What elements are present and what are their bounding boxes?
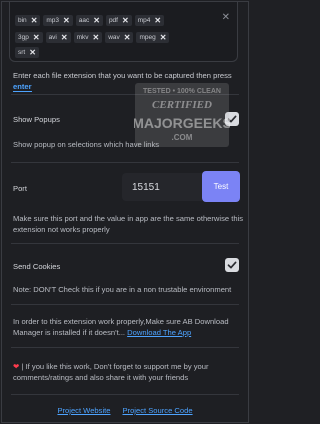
support-note-text: | If you like this work, Don't forget to… (13, 362, 209, 382)
divider (11, 94, 239, 95)
extension-tag-label: aac (78, 17, 90, 24)
divider (11, 162, 239, 163)
divider (11, 347, 239, 348)
extension-tag-row: 3gp ✕ avi ✕ mkv ✕ wav ✕ mpeg ✕ (15, 32, 170, 43)
send-cookies-label: Send Cookies (13, 262, 61, 271)
extension-tag: pdf ✕ (105, 15, 132, 26)
download-app-link[interactable]: Download The App (127, 328, 191, 337)
extension-tag-label: mp4 (137, 17, 151, 24)
remove-extension-icon[interactable]: ✕ (63, 16, 70, 25)
remove-extension-icon[interactable]: ✕ (31, 16, 38, 25)
extension-tag-label: pdf (108, 17, 118, 24)
extension-tag-label: bin (18, 17, 27, 24)
extension-tag-label: wav (108, 34, 120, 41)
remove-extension-icon[interactable]: ✕ (160, 33, 167, 42)
project-source-link[interactable]: Project Source Code (122, 406, 192, 415)
extension-tag-row: srt ✕ (15, 47, 39, 58)
test-port-button[interactable]: Test (202, 171, 240, 202)
remove-extension-icon[interactable]: ✕ (124, 33, 131, 42)
port-label: Port (13, 184, 27, 193)
send-cookies-note: Note: DON'T Check this if you are in a n… (13, 285, 232, 294)
show-popups-description: Show popup on selections which have link… (13, 140, 160, 149)
extension-tag-label: mkv (76, 34, 89, 41)
remove-extension-icon[interactable]: ✕ (93, 16, 100, 25)
extension-tag: wav ✕ (105, 32, 134, 43)
divider (11, 394, 239, 395)
remove-extension-icon[interactable]: ✕ (93, 33, 100, 42)
watermark-line2: CERTIFIED (152, 99, 212, 111)
extension-tag-label: mp3 (46, 17, 60, 24)
divider (11, 304, 239, 305)
clear-all-icon[interactable]: ✕ (222, 12, 230, 23)
show-popups-label: Show Popups (13, 115, 60, 124)
support-note: ❤ | If you like this work, Don't forget … (13, 361, 245, 383)
remove-extension-icon[interactable]: ✕ (122, 16, 129, 25)
show-popups-checkbox[interactable] (225, 112, 239, 126)
remove-extension-icon[interactable]: ✕ (33, 33, 40, 42)
extension-options-panel: bin ✕ mp3 ✕ aac ✕ pdf ✕ mp4 ✕ 3gp ✕ avi ✕ mkv ✕ wav ✕ mpe… (1, 1, 249, 423)
checkmark-icon (227, 115, 237, 123)
remove-extension-icon[interactable]: ✕ (154, 16, 161, 25)
extension-tag-label: srt (18, 49, 26, 56)
watermark-line3: MAJORGEEKS (134, 115, 230, 131)
extension-tag-row: bin ✕ mp3 ✕ aac ✕ pdf ✕ mp4 ✕ (15, 15, 165, 26)
extension-tag: bin ✕ (15, 15, 41, 26)
divider (11, 243, 239, 244)
extension-tag: aac ✕ (75, 15, 103, 26)
extension-tag-label: 3gp (18, 34, 29, 41)
port-input[interactable]: 15151 (122, 173, 202, 201)
remove-extension-icon[interactable]: ✕ (61, 33, 68, 42)
project-website-link[interactable]: Project Website (57, 406, 110, 415)
extension-tag: mpeg ✕ (136, 32, 170, 43)
send-cookies-checkbox[interactable] (225, 258, 239, 272)
extension-tag-label: mpeg (139, 34, 156, 41)
port-description: Make sure this port and the value in app… (13, 214, 244, 234)
footer-links: Project Website Project Source Code (2, 406, 248, 415)
extensions-help-label: Enter each file extension that you want … (13, 71, 232, 80)
extension-tag: avi ✕ (45, 32, 71, 43)
extension-tag: mp4 ✕ (134, 15, 165, 26)
file-extensions-input[interactable]: bin ✕ mp3 ✕ aac ✕ pdf ✕ mp4 ✕ 3gp ✕ avi ✕ mkv ✕ wav ✕ mpe… (9, 2, 238, 62)
extension-tag: mkv ✕ (73, 32, 103, 43)
extension-tag-label: avi (48, 34, 57, 41)
extension-tag: 3gp ✕ (15, 32, 43, 43)
extension-tag: mp3 ✕ (43, 15, 73, 26)
extension-tag: srt ✕ (15, 47, 39, 58)
checkmark-icon (227, 261, 237, 269)
enter-key-hint: enter (13, 82, 32, 92)
install-note-text: In order to this extension work properly… (13, 317, 229, 337)
install-note: In order to this extension work properly… (13, 316, 245, 338)
remove-extension-icon[interactable]: ✕ (29, 48, 36, 57)
extensions-help-text: Enter each file extension that you want … (13, 70, 243, 92)
